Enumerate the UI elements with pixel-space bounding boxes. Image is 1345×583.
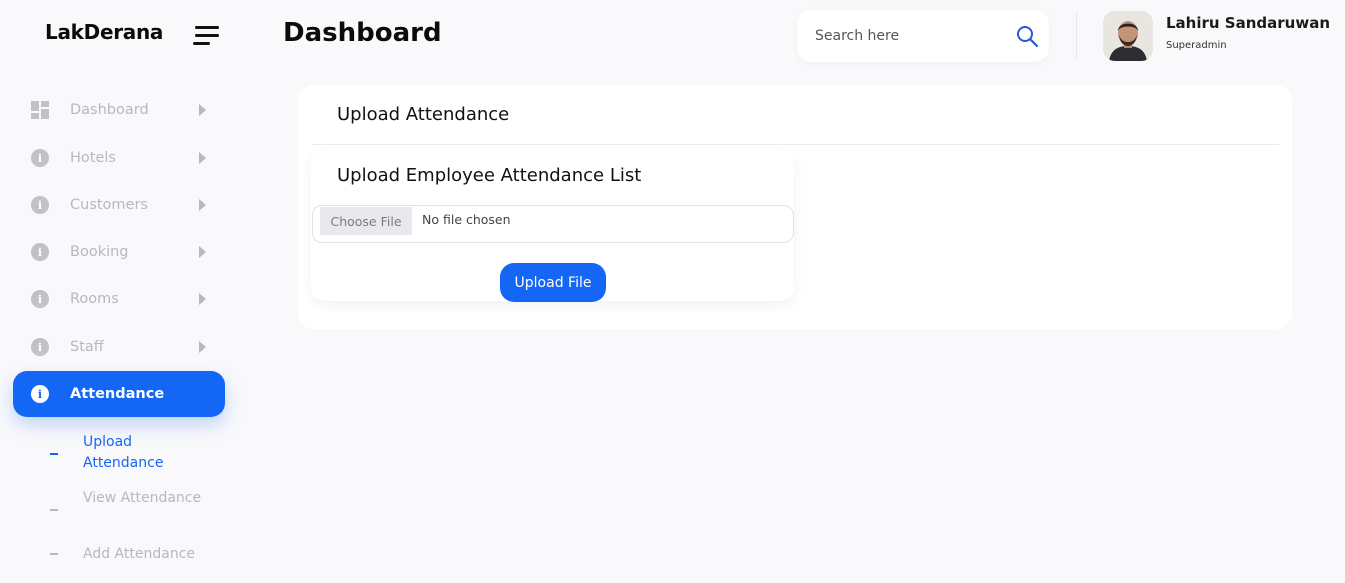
card-title: Upload Attendance	[337, 104, 510, 125]
sidebar-item-customers[interactable]: i Customers	[13, 182, 225, 228]
chevron-right-icon	[199, 341, 206, 353]
menu-toggle-icon[interactable]	[193, 26, 219, 48]
form-title: Upload Employee Attendance List	[337, 165, 642, 186]
subnav-label: View Attendance	[83, 490, 202, 506]
info-icon: i	[31, 196, 49, 214]
subnav-label: Upload Attendance	[83, 434, 164, 471]
file-input[interactable]: Choose File No file chosen	[312, 205, 794, 243]
grid-icon	[31, 101, 49, 119]
sidebar-item-label: Rooms	[70, 291, 119, 307]
search-input[interactable]	[813, 24, 1003, 48]
sidebar-item-label: Attendance	[70, 386, 165, 402]
sidebar-item-hotels[interactable]: i Hotels	[13, 135, 225, 181]
chevron-right-icon	[199, 293, 206, 305]
chevron-right-icon	[199, 199, 206, 211]
info-icon: i	[31, 338, 49, 356]
info-icon: i	[31, 149, 49, 167]
sidebar-item-label: Hotels	[70, 150, 116, 166]
upload-file-button[interactable]: Upload File	[500, 263, 606, 302]
subnav-label: Add Attendance	[83, 546, 195, 562]
user-name[interactable]: Lahiru Sandaruwan	[1166, 14, 1330, 32]
chevron-right-icon	[199, 152, 206, 164]
sidebar-item-booking[interactable]: i Booking	[13, 229, 225, 275]
dash-icon	[50, 509, 58, 511]
page-title: Dashboard	[283, 18, 442, 48]
avatar[interactable]	[1103, 11, 1153, 61]
info-icon: i	[31, 385, 49, 403]
sidebar-item-rooms[interactable]: i Rooms	[13, 276, 225, 322]
upload-attendance-card: Upload Attendance Upload Employee Attend…	[298, 85, 1292, 329]
dash-icon	[50, 453, 58, 455]
card-divider	[312, 144, 1279, 145]
brand-logo[interactable]: LakDerana	[45, 20, 163, 44]
search-icon[interactable]	[1015, 24, 1039, 48]
sidebar-item-label: Staff	[70, 339, 104, 355]
dash-icon	[50, 553, 58, 555]
header-divider	[1076, 12, 1077, 58]
sidebar-item-label: Booking	[70, 244, 129, 260]
search-box	[797, 10, 1049, 62]
choose-file-button[interactable]: Choose File	[320, 207, 412, 235]
user-role: Superadmin	[1166, 40, 1227, 51]
sidebar-item-staff[interactable]: i Staff	[13, 324, 225, 370]
info-icon: i	[31, 243, 49, 261]
file-status-text: No file chosen	[422, 212, 511, 227]
chevron-right-icon	[199, 246, 206, 258]
sidebar-item-label: Dashboard	[70, 102, 149, 118]
upload-form-card: Upload Employee Attendance List Choose F…	[311, 149, 794, 302]
sidebar-item-dashboard[interactable]: Dashboard	[13, 87, 225, 133]
chevron-right-icon	[199, 104, 206, 116]
sidebar-item-attendance[interactable]: i Attendance	[13, 371, 225, 417]
info-icon: i	[31, 290, 49, 308]
sidebar-item-label: Customers	[70, 197, 148, 213]
